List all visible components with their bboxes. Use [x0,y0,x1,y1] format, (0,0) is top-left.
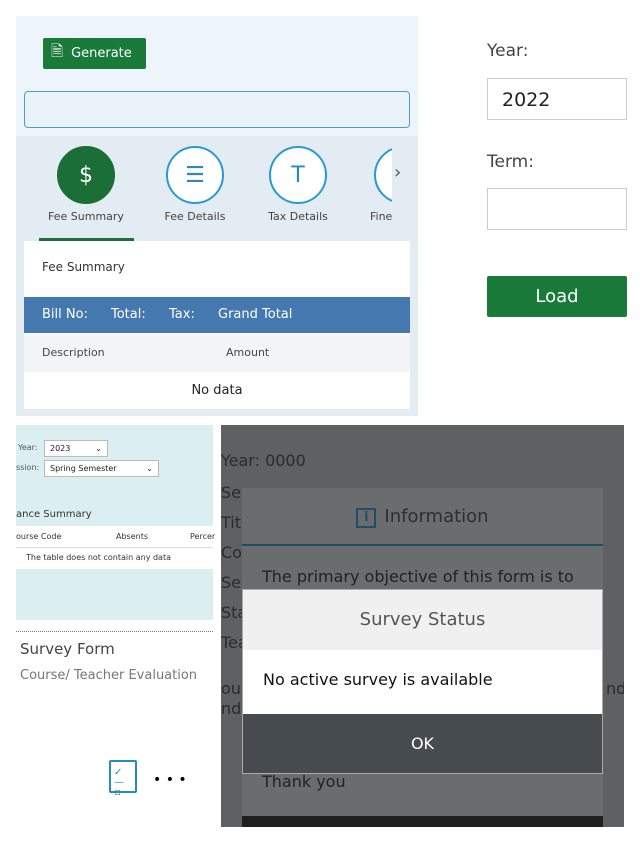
info-icon: i [356,508,377,528]
session-select[interactable]: Spring Semester ⌄ [44,460,159,477]
dialog-title: Survey Status [243,590,602,650]
chevron-right-icon[interactable]: › [394,162,401,183]
survey-screen: Year: 0000 Ses Titl Co Se Sta Tea ou nd … [221,425,624,827]
generate-icon: 🗎 [51,42,64,60]
code-text: Co [221,543,242,562]
search-input[interactable] [24,91,410,128]
fee-summary-icon: $ [57,146,115,204]
information-text: The primary objective of this form is to [262,567,574,586]
table-header: ourse Code Absents Percer [16,526,215,548]
dialog-footer [242,816,603,827]
session-label: ssion: [16,463,40,472]
background-text: ou [221,679,241,698]
tab-tax-details[interactable]: T Tax Details [258,146,338,223]
survey-status-dialog: Survey Status No active survey is availa… [242,589,603,774]
empty-state: No data [191,383,243,398]
thank-you-text: Thank you [262,772,346,791]
tab-fine[interactable]: Fine [356,146,392,223]
load-form: Year: 2022 Term: Load [470,16,627,330]
background-text: nd [221,699,242,718]
year-input[interactable]: 2022 [487,78,627,120]
background-text: nd [606,679,624,698]
generate-button[interactable]: 🗎 Generate [43,38,146,69]
tab-fee-summary[interactable]: $ Fee Summary [46,146,126,223]
empty-state: The table does not contain any data [16,548,213,569]
ok-button[interactable]: OK [243,714,602,773]
survey-form-subtitle: Course/ Teacher Evaluation [20,668,198,683]
year-label: Year: [487,41,529,61]
year-text: Year: 0000 [221,451,306,470]
attendance-screen: Year: 2023 ⌄ ssion: Spring Semester ⌄ ance… [16,425,215,620]
section-title: Fee Summary [42,260,125,274]
year-label: Year: [18,443,38,452]
tab-fee-details[interactable]: ☰ Fee Details [155,146,235,223]
list-document-icon: ☰ [166,146,224,204]
section-title: ance Summary [16,509,92,520]
clipboard-checklist-icon[interactable]: ✓— ▫— [109,760,137,798]
term-label: Term: [487,152,534,172]
section-text: Se [221,573,241,592]
tax-document-icon: T [269,146,327,204]
information-header: i Information [242,488,603,546]
table-header: Description Amount [24,334,410,372]
summary-header: Bill No: Total: Tax: Grand Total [24,297,410,333]
dialog-message: No active survey is available [243,650,602,714]
year-select[interactable]: 2023 ⌄ [44,440,108,457]
survey-form-title[interactable]: Survey Form [20,640,115,658]
divider [16,631,213,632]
term-input[interactable] [487,188,627,230]
load-button[interactable]: Load [487,276,627,317]
fee-summary-screen: 🗎 Generate $ Fee Summary ☰ Fee Details T Tax… [16,16,418,416]
fine-icon [374,146,392,204]
more-icon[interactable]: • • • [153,772,187,788]
